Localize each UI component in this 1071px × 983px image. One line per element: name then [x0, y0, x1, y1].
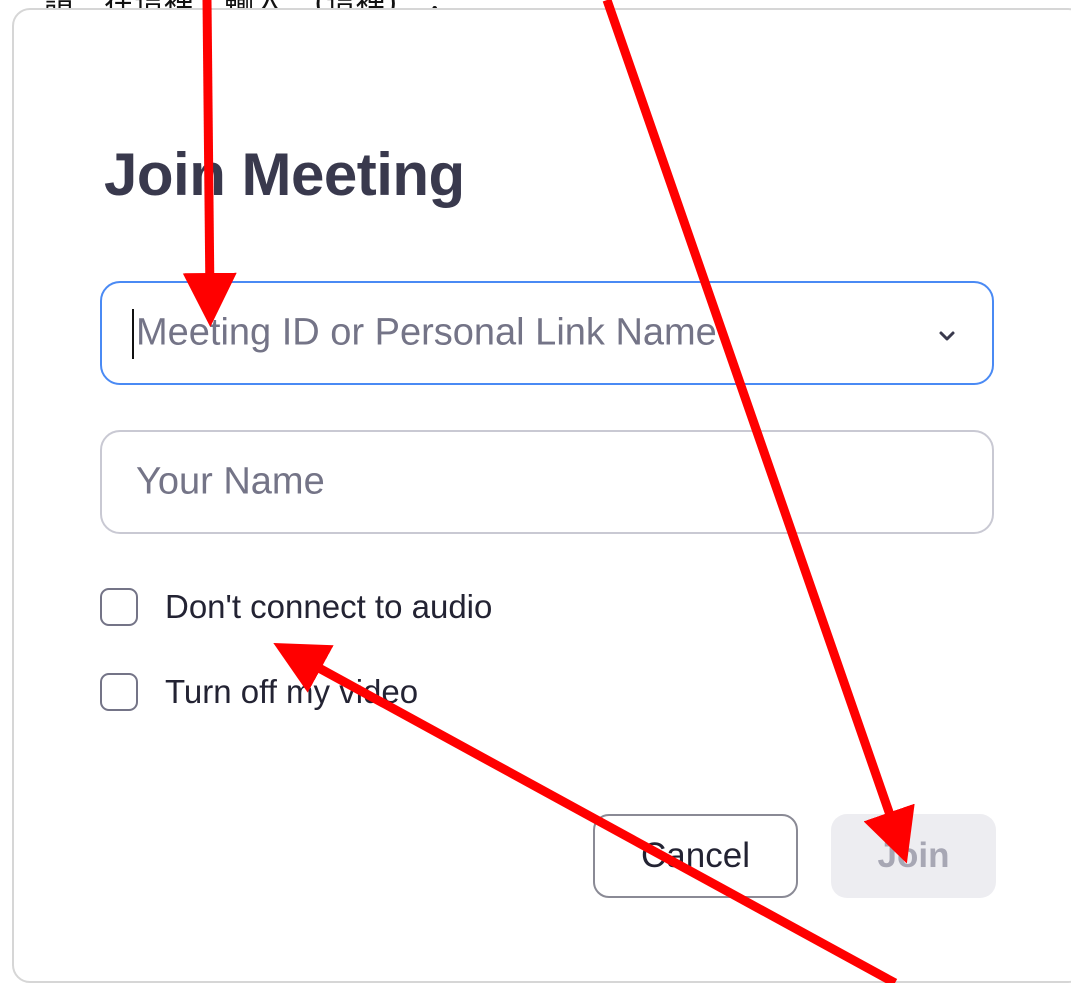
your-name-input[interactable]: Your Name [100, 430, 994, 534]
join-button[interactable]: Join [831, 814, 996, 898]
meeting-id-placeholder: Meeting ID or Personal Link Name [136, 311, 717, 354]
your-name-placeholder: Your Name [136, 460, 325, 503]
option-video-off[interactable]: Turn off my video [100, 672, 418, 712]
video-off-checkbox[interactable] [100, 673, 138, 711]
option-no-audio[interactable]: Don't connect to audio [100, 587, 492, 627]
cancel-button[interactable]: Cancel [593, 814, 798, 898]
page-title: Join Meeting [104, 141, 465, 208]
meeting-id-input[interactable]: Meeting ID or Personal Link Name [100, 281, 994, 385]
no-audio-label: Don't connect to audio [165, 588, 493, 625]
chevron-down-icon[interactable] [936, 325, 958, 347]
video-off-label: Turn off my video [165, 673, 419, 710]
screenshot-canvas: 請…在這裡…輸入…(這裡)…， Join Meeting Meeting ID … [0, 0, 1071, 983]
text-caret [132, 309, 134, 359]
no-audio-checkbox[interactable] [100, 588, 138, 626]
